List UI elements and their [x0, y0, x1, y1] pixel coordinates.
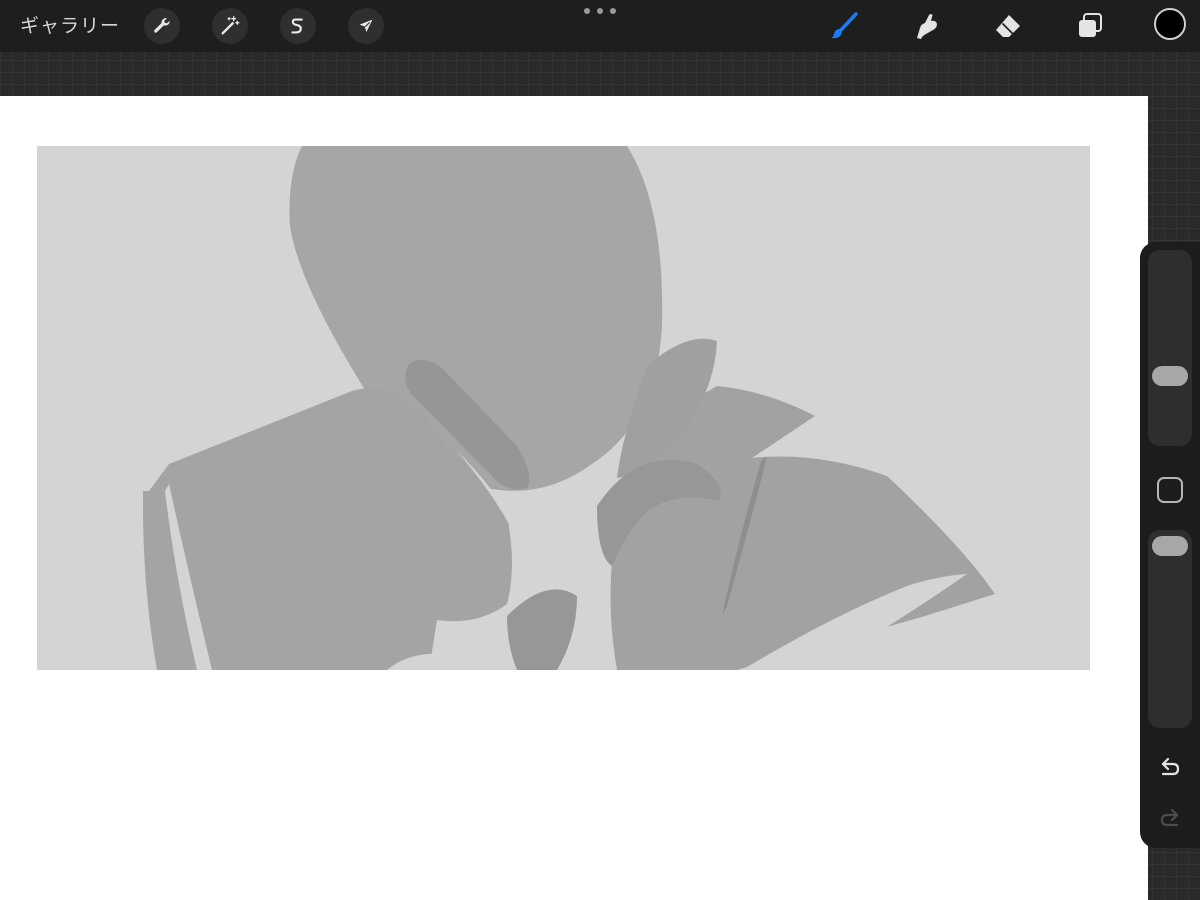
modify-button[interactable]	[1157, 477, 1183, 503]
actions-button[interactable]	[144, 8, 180, 44]
top-toolbar: ギャラリー	[0, 0, 1200, 52]
selection-button[interactable]	[280, 8, 316, 44]
redo-button[interactable]	[1155, 804, 1185, 834]
dot	[597, 8, 603, 14]
gallery-button[interactable]: ギャラリー	[20, 12, 120, 40]
layers-button[interactable]	[1072, 8, 1108, 44]
dot	[584, 8, 590, 14]
opacity-thumb[interactable]	[1152, 536, 1188, 556]
figure-silhouette	[142, 146, 995, 670]
wrench-icon	[154, 18, 170, 33]
transform-button[interactable]	[348, 8, 384, 44]
side-toolbar	[1140, 242, 1200, 848]
color-picker-button[interactable]	[1154, 8, 1186, 40]
canvas-page[interactable]	[0, 96, 1148, 900]
dot	[610, 8, 616, 14]
opacity-slider[interactable]	[1148, 530, 1192, 728]
arrow-cursor-icon	[359, 19, 373, 32]
eraser-tool-button[interactable]	[990, 8, 1026, 44]
magic-wand-icon	[221, 16, 240, 35]
artwork-layer[interactable]	[37, 146, 1090, 670]
undo-button[interactable]	[1155, 753, 1185, 783]
adjustments-button[interactable]	[212, 8, 248, 44]
eraser-icon	[996, 15, 1020, 37]
redo-icon	[1160, 808, 1179, 827]
brush-icon	[831, 12, 858, 39]
brush-size-slider[interactable]	[1148, 250, 1192, 446]
layers-icon	[1079, 13, 1102, 37]
smudge-hand-icon	[917, 14, 937, 39]
brush-size-thumb[interactable]	[1152, 366, 1188, 386]
more-options-handle[interactable]	[584, 8, 616, 16]
selection-s-icon	[291, 18, 303, 34]
smudge-tool-button[interactable]	[908, 8, 944, 44]
brush-tool-button[interactable]	[826, 8, 862, 44]
undo-icon	[1161, 757, 1180, 776]
